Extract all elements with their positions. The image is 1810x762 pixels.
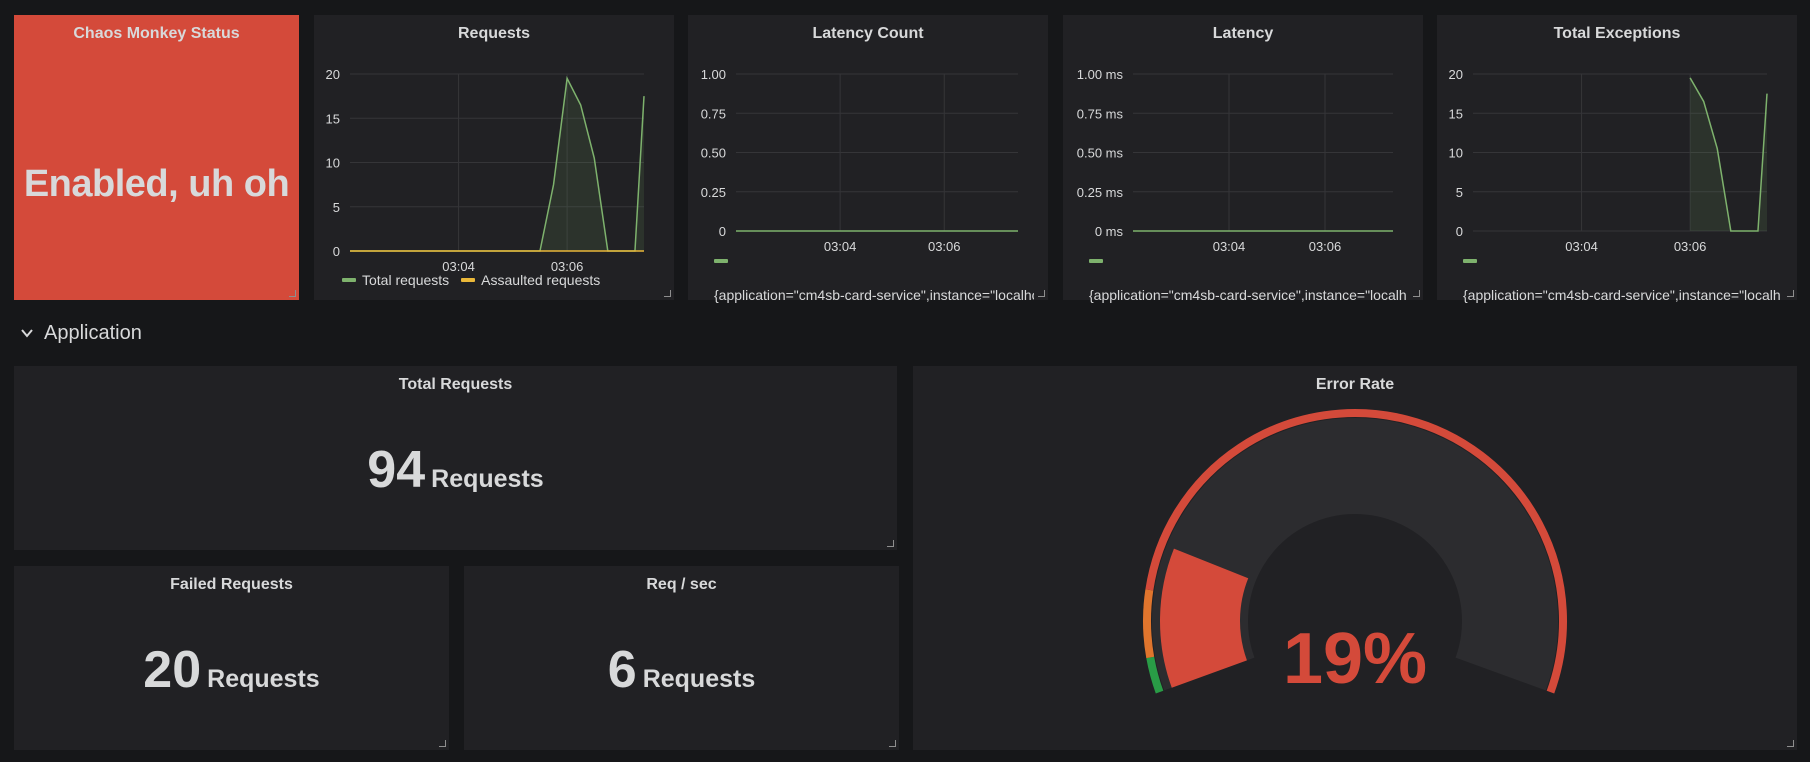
legend-swatch [342,278,356,282]
row-title: Application [44,321,142,344]
legend-swatch [714,259,728,263]
y-tick-label: 0 [719,224,726,239]
y-tick-label: 0.25 [701,185,726,200]
chaos-status-value: Enabled, uh oh [23,163,290,205]
y-tick-label: 1.00 [701,67,726,82]
stat-number: 94 [367,441,426,499]
legend-item[interactable]: {application="cm4sb-card-service",instan… [714,287,1034,303]
total-requests-panel: Total Requests 94 Requests [14,366,897,550]
resize-handle[interactable] [887,540,894,547]
panel-title[interactable]: Total Exceptions [1437,25,1797,43]
resize-handle[interactable] [664,290,671,297]
panel-title[interactable]: Requests [314,25,674,43]
panel-title[interactable]: Latency Count [688,25,1048,43]
x-tick-label: 03:06 [1309,239,1342,254]
legend-item-total-requests[interactable]: Total requests [342,272,449,288]
y-tick-label: 0.50 [701,146,726,161]
x-tick-label: 03:06 [928,239,961,254]
stat-number: 20 [143,641,202,699]
chart-legend: Total requests Assaulted requests [342,272,600,288]
stat-number: 6 [607,641,637,699]
resize-handle[interactable] [289,290,296,297]
legend-label: Total requests [362,272,450,288]
resize-handle[interactable] [1787,740,1794,747]
x-tick-label: 03:04 [1565,239,1598,254]
chevron-down-icon [21,329,33,338]
resize-handle[interactable] [889,740,896,747]
latency-count-panel: Latency Count 0 0.25 0.50 0.75 1.00 03:04 03:0… [688,15,1048,303]
row-header-application[interactable]: Application [20,318,142,348]
series-area [1690,77,1767,231]
stat-value: 20 Requests [14,640,449,700]
y-tick-label: 5 [333,200,340,215]
y-tick-label: 1.00 ms [1077,67,1124,82]
error-rate-panel: Error Rate 19% [913,366,1797,750]
legend-label: Assaulted requests [481,272,601,288]
requests-panel: Requests 0 5 10 15 20 03:04 03:06 Total reques… [314,15,674,300]
x-tick-label: 03:04 [824,239,857,254]
resize-handle[interactable] [1787,290,1794,297]
total-exceptions-panel: Total Exceptions 0 5 10 15 20 03:04 03:06 {app… [1437,15,1797,303]
latency-chart: 0 ms 0.25 ms 0.50 ms 0.75 ms 1.00 ms 03:04 03:… [1077,67,1394,254]
resize-handle[interactable] [1413,290,1420,297]
panel-title[interactable]: Latency [1063,25,1423,43]
y-tick-label: 5 [1456,185,1463,200]
y-tick-label: 0.75 ms [1077,106,1124,121]
y-tick-label: 20 [326,67,340,82]
y-tick-label: 0 ms [1095,224,1124,239]
stat-unit: Requests [431,465,544,493]
panel-title[interactable]: Chaos Monkey Status [14,25,299,43]
stat-unit: Requests [207,665,320,693]
legend-item[interactable]: {application="cm4sb-card-service",instan… [1463,287,1781,303]
x-tick-label: 03:04 [1213,239,1246,254]
legend-swatch [1463,259,1477,263]
failed-requests-panel: Failed Requests 20 Requests [14,566,449,750]
y-tick-label: 0 [1456,224,1463,239]
legend-item-assaulted-requests[interactable]: Assaulted requests [461,272,600,288]
y-tick-label: 20 [1449,67,1463,82]
resize-handle[interactable] [1038,290,1045,297]
stat-value: 6 Requests [464,640,899,700]
y-tick-label: 10 [1449,146,1463,161]
y-tick-label: 0.50 ms [1077,146,1124,161]
requests-chart: 0510152003:04 03:06 [326,67,645,274]
stat-value: 94 Requests [14,440,897,500]
legend-swatch [1089,259,1103,263]
latency-panel: Latency 0 ms 0.25 ms 0.50 ms 0.75 ms 1.00 ms… [1063,15,1423,303]
x-tick-label: 03:06 [1674,239,1707,254]
total-exceptions-chart: 0 5 10 15 20 03:04 03:06 [1449,67,1768,254]
gauge-value: 19% [1282,619,1428,699]
y-tick-label: 0.25 ms [1077,185,1124,200]
chaos-monkey-status-panel: Chaos Monkey Status Enabled, uh oh [14,15,299,300]
resize-handle[interactable] [439,740,446,747]
y-tick-label: 10 [326,156,340,171]
legend-swatch [461,278,476,282]
stat-unit: Requests [642,665,756,693]
y-tick-label: 15 [1449,106,1463,121]
y-tick-label: 0 [333,244,340,259]
panel-title[interactable]: Req / sec [464,576,899,594]
series-area [350,78,644,251]
panel-title[interactable]: Failed Requests [14,576,449,594]
panel-title[interactable]: Total Requests [14,376,897,394]
y-tick-label: 15 [326,111,340,126]
latency-count-chart: 0 0.25 0.50 0.75 1.00 03:04 03:06 [701,67,1019,254]
legend-item[interactable]: {application="cm4sb-card-service",instan… [1089,287,1407,303]
y-tick-label: 0.75 [701,106,726,121]
req-per-sec-panel: Req / sec 6 Requests [464,566,899,750]
